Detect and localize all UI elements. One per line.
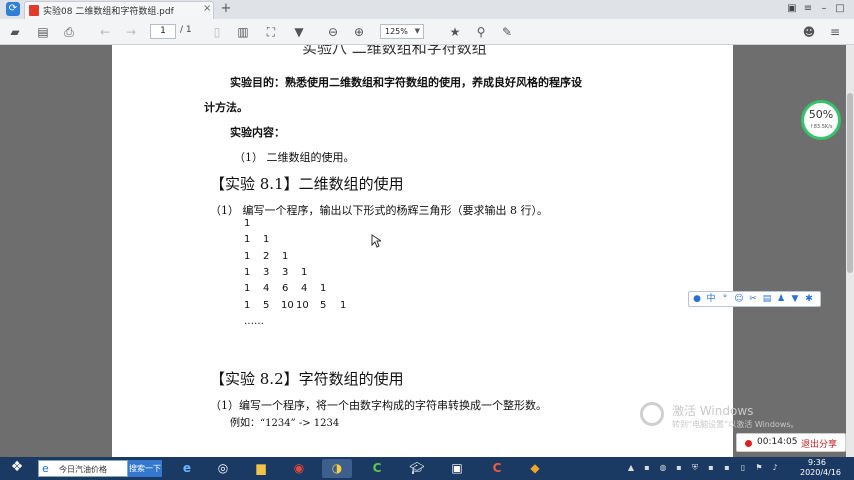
menu-icon[interactable]: ≡: [800, 1, 816, 17]
internet-explorer-icon[interactable]: e: [172, 459, 202, 478]
prev-page-icon[interactable]: ←: [96, 23, 114, 41]
document-viewer[interactable]: 实验八 二维数组和字符数组 实验目的：熟悉使用二维数组和字符数组的使用，养成良好…: [0, 45, 846, 457]
camtasia-icon[interactable]: C: [362, 459, 392, 478]
edit-icon[interactable]: ✎: [498, 23, 516, 41]
pdf-file-icon: [29, 5, 39, 16]
two-page-icon[interactable]: ▥: [234, 23, 252, 41]
chrome-icon[interactable]: ◉: [284, 459, 314, 478]
zoom-in-icon[interactable]: ⊕: [350, 23, 368, 41]
tray-arrow-icon[interactable]: ▲: [626, 463, 636, 473]
open-folder-icon[interactable]: ▰: [6, 23, 24, 41]
speed-rate: ↑83.5K/s: [809, 124, 833, 130]
taskbar-search-input[interactable]: e 今日汽油价格: [38, 460, 128, 477]
ime-mode-toggle[interactable]: 中: [705, 293, 717, 306]
search-placeholder: 今日汽油价格: [59, 465, 107, 474]
exit-share-button[interactable]: 退出分享: [801, 437, 837, 450]
tray-app-icon[interactable]: ▪: [722, 463, 732, 473]
punctuation-icon[interactable]: °: [719, 293, 731, 306]
tab-title: 实验08 二维数组和字符数组.pdf: [43, 7, 174, 17]
user-icon[interactable]: ♟: [775, 293, 787, 306]
mouse-cursor-icon: [371, 234, 381, 248]
aim-text-continued: 计方法。: [204, 101, 248, 114]
recording-bar: 00:14:05 退出分享: [736, 433, 846, 452]
record-icon: [745, 440, 752, 447]
tray-app-icon[interactable]: ▪: [706, 463, 716, 473]
flag-icon[interactable]: ⚑: [754, 463, 764, 473]
tray-app-icon[interactable]: ▪: [674, 463, 684, 473]
example-text: 例如：“1234” -> 1234: [230, 418, 340, 429]
media-player-icon[interactable]: ◎: [208, 459, 238, 478]
zoom-value: 125%: [385, 27, 408, 36]
star-icon[interactable]: ★: [446, 23, 464, 41]
print-icon[interactable]: ⎙: [60, 23, 78, 41]
title-bar: ⟳ 实验08 二维数组和字符数组.pdf × + ▣ ≡ – □: [0, 0, 854, 19]
vertical-scrollbar[interactable]: [846, 45, 854, 457]
emoji-icon[interactable]: ☺: [733, 293, 745, 306]
activate-windows-title: 激活 Windows: [672, 404, 754, 418]
toolbar: ▰ ▤ ⎙ ← → 1 / 1 ▯ ▥ ⛶ ▼ ⊖ ⊕ 125% ▼ ★ ⚲ ✎…: [0, 19, 854, 45]
network-icon[interactable]: ▯: [738, 463, 748, 473]
terminal-icon[interactable]: ▣: [442, 459, 472, 478]
more-menu-icon[interactable]: ≡: [826, 23, 844, 41]
search-button[interactable]: 搜索一下: [128, 460, 162, 477]
ime-toolbar: ● 中 ° ☺ ✂ ▤ ♟ ▼ ✱: [688, 291, 821, 307]
keyboard-icon[interactable]: ▤: [761, 293, 773, 306]
close-tab-icon[interactable]: ×: [203, 3, 211, 14]
start-button[interactable]: ❖: [6, 459, 28, 478]
user-icon[interactable]: ☻: [800, 23, 818, 41]
tab-document[interactable]: 实验08 二维数组和字符数组.pdf ×: [24, 1, 214, 19]
network-speed-widget[interactable]: 50% ↑83.5K/s: [801, 100, 841, 140]
content-item: （1） 二维数组的使用。: [234, 151, 355, 164]
task-description-1: （1） 编写一个程序，输出以下形式的杨辉三角形（要求输出 8 行）。: [210, 204, 548, 217]
maximize-button[interactable]: □: [832, 1, 848, 17]
system-tray: ▲ ▪ ◍ ▪ ⛨ ▪ ▪ ▯ ⚑ ♪: [622, 461, 782, 477]
scrollbar-thumb[interactable]: [847, 93, 853, 273]
chevron-down-icon: ▼: [414, 27, 420, 35]
section-heading-8-1: 【实验 8.1】二维数组的使用: [210, 175, 404, 193]
key-icon: [640, 402, 664, 426]
zoom-select[interactable]: 125% ▼: [380, 24, 424, 39]
color-app-icon[interactable]: ◆: [520, 459, 550, 478]
section-heading-8-2: 【实验 8.2】字符数组的使用: [210, 370, 404, 388]
minimize-button[interactable]: –: [816, 1, 832, 17]
save-icon[interactable]: ▤: [34, 23, 52, 41]
wechat-icon[interactable]: ◍: [658, 463, 668, 473]
next-page-icon[interactable]: →: [122, 23, 140, 41]
activate-windows-subtitle: 转到“电脑设置”以激活 Windows。: [672, 420, 799, 429]
skin-icon[interactable]: ▣: [784, 1, 800, 17]
pdf-page: 实验八 二维数组和字符数组 实验目的：熟悉使用二维数组和字符数组的使用，养成良好…: [112, 45, 733, 457]
speed-percent: 50%: [808, 108, 834, 121]
fit-page-icon[interactable]: ⛶: [262, 23, 280, 41]
triangle-ellipsis: ……: [244, 316, 264, 327]
gear-icon[interactable]: ✱: [803, 293, 815, 306]
file-explorer-icon[interactable]: ▆: [246, 459, 276, 478]
zoom-out-icon[interactable]: ⊖: [324, 23, 342, 41]
bookmark-panel-icon[interactable]: ▼: [290, 23, 308, 41]
clock-time[interactable]: 9:36: [808, 458, 826, 467]
single-page-icon[interactable]: ▯: [208, 23, 226, 41]
search-icon[interactable]: ⚲: [472, 23, 490, 41]
volume-icon[interactable]: ♪: [770, 463, 780, 473]
skin-icon[interactable]: ▼: [789, 293, 801, 306]
recording-time: 00:14:05: [757, 437, 798, 447]
aim-text: 实验目的：熟悉使用二维数组和字符数组的使用，养成良好风格的程序设: [230, 76, 582, 89]
page-total: / 1: [180, 25, 192, 35]
shield-icon[interactable]: ⛨: [690, 463, 700, 473]
scissors-icon[interactable]: ✂: [747, 293, 759, 306]
taskbar: ❖ e 今日汽油价格 搜索一下 e ◎ ▆ ◉ ◑ C 🎓︎ ▣ C ◆ ▲ ▪…: [0, 457, 854, 480]
document-title: 实验八 二维数组和字符数组: [302, 45, 487, 57]
c-compiler-icon[interactable]: C: [482, 459, 512, 478]
clock-date[interactable]: 2020/4/16: [800, 468, 841, 477]
ie-icon: e: [42, 462, 49, 475]
page-number-input[interactable]: 1: [150, 24, 176, 39]
app-logo-icon[interactable]: ⟳: [6, 2, 20, 16]
new-tab-button[interactable]: +: [218, 1, 234, 17]
browser-active-icon[interactable]: ◑: [322, 459, 352, 478]
tray-app-icon[interactable]: ▪: [642, 463, 652, 473]
content-label: 实验内容：: [230, 126, 285, 139]
task-description-2: （1）编写一个程序，将一个由数字构成的字符串转换成一个整形数。: [210, 399, 547, 412]
ime-logo-icon[interactable]: ●: [691, 293, 703, 306]
graduation-cap-icon[interactable]: 🎓︎: [402, 459, 432, 478]
